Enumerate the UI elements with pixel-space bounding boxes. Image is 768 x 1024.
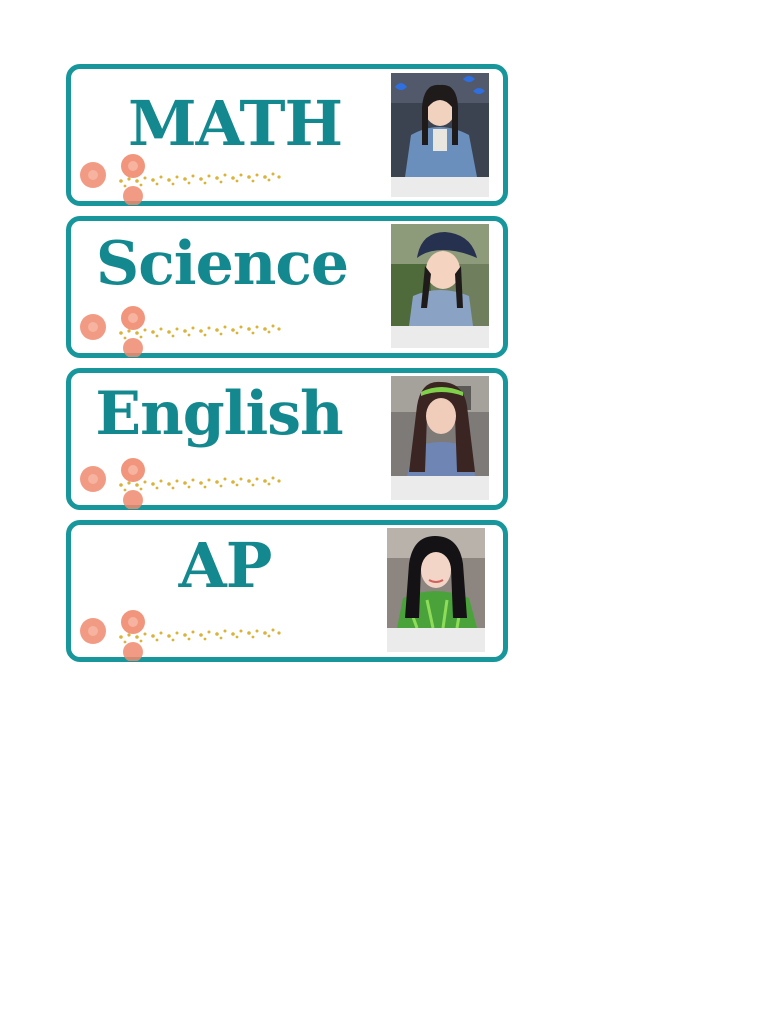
- portrait-photo-icon: [391, 73, 489, 197]
- peach-flower-icon: [80, 154, 281, 205]
- label-card-english: English: [66, 368, 508, 510]
- portrait-photo-icon: [387, 528, 485, 652]
- label-card-ap: AP: [66, 520, 508, 662]
- label-card-math: MATH: [66, 64, 508, 206]
- label-title: Science: [95, 229, 349, 299]
- portrait-photo-icon: [391, 224, 489, 348]
- label-title: AP: [178, 529, 273, 602]
- label-title: MATH: [127, 87, 343, 160]
- peach-flower-icon: [80, 306, 281, 357]
- peach-flower-icon: [80, 458, 281, 509]
- label-card-science: Science: [66, 216, 508, 358]
- label-title: English: [95, 379, 343, 449]
- peach-flower-icon: [80, 610, 281, 661]
- portrait-photo-icon: [391, 376, 489, 500]
